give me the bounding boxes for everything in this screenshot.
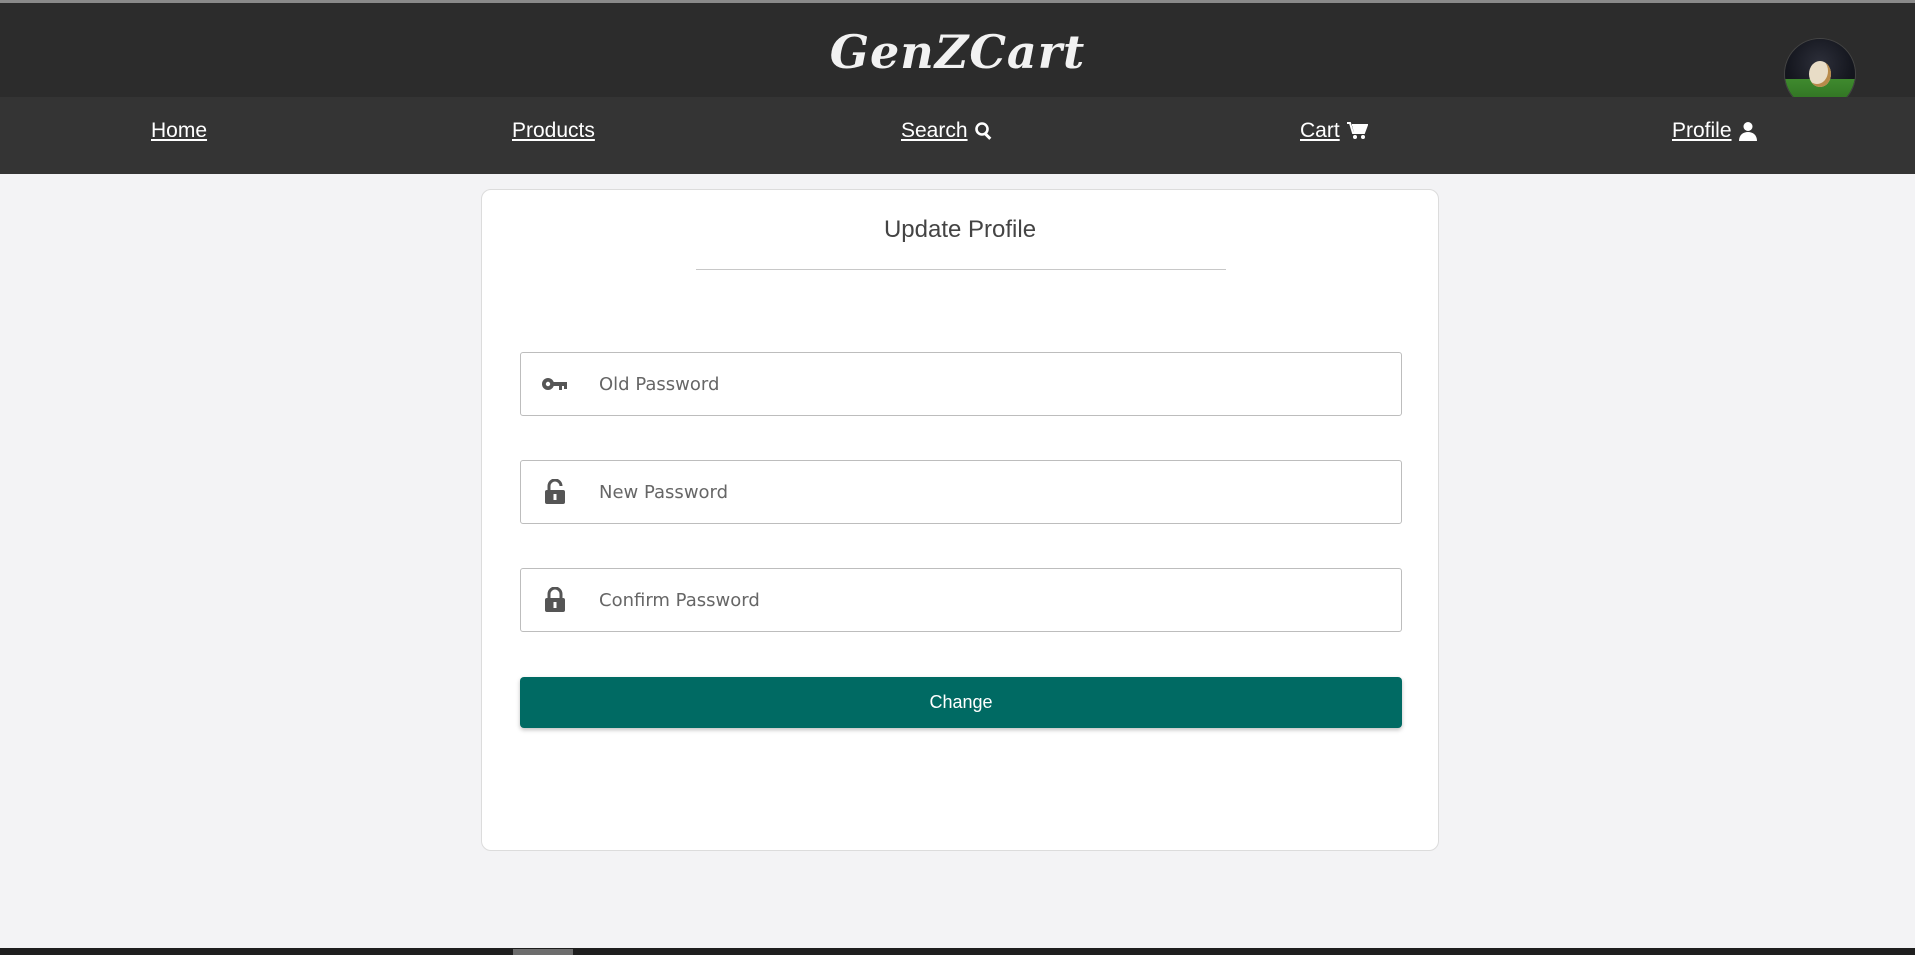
horizontal-scrollbar[interactable]	[0, 948, 1915, 955]
old-password-input[interactable]	[589, 354, 1401, 414]
scrollbar-thumb[interactable]	[513, 949, 573, 955]
cart-icon	[1346, 122, 1368, 139]
nav-cart-link[interactable]: Cart	[1300, 119, 1368, 143]
unlock-icon	[521, 461, 589, 523]
nav-home-link[interactable]: Home	[151, 119, 207, 143]
change-button[interactable]: Change	[520, 677, 1402, 728]
nav-home-label: Home	[151, 119, 208, 142]
update-profile-card: Update Profile Change	[481, 189, 1439, 851]
search-icon	[974, 122, 991, 140]
brand-logo-text[interactable]: GenZCart	[0, 25, 1915, 79]
avatar-image-figure	[1809, 61, 1831, 87]
site-header: GenZCart	[0, 3, 1915, 97]
nav-products-label: Products	[512, 119, 595, 142]
card-title: Update Profile	[883, 216, 1037, 243]
nav-profile-link[interactable]: Profile	[1672, 119, 1758, 143]
lock-icon	[521, 569, 589, 631]
main-nav: Home Products Search Cart Profile	[0, 97, 1915, 174]
confirm-password-input[interactable]	[589, 570, 1401, 630]
nav-profile-label: Profile	[1672, 119, 1732, 142]
nav-cart-label: Cart	[1300, 119, 1340, 142]
old-password-field	[520, 352, 1402, 416]
nav-search-link[interactable]: Search	[901, 119, 994, 143]
key-icon	[521, 353, 589, 415]
nav-products-link[interactable]: Products	[512, 119, 595, 143]
confirm-password-field	[520, 568, 1402, 632]
new-password-field	[520, 460, 1402, 524]
user-icon	[1738, 122, 1757, 141]
nav-search-label: Search	[901, 119, 968, 142]
title-divider	[696, 269, 1226, 270]
new-password-input[interactable]	[589, 462, 1401, 522]
